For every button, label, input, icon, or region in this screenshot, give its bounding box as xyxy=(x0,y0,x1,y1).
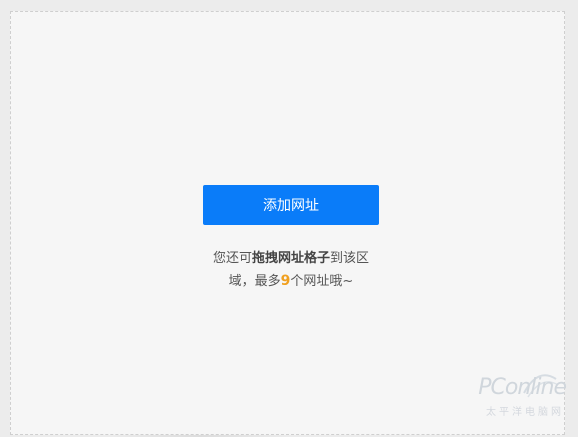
add-url-button[interactable]: 添加网址 xyxy=(203,185,379,225)
hint-line-1: 您还可拖拽网址格子到该区 xyxy=(181,248,401,270)
hint-drag-target: 拖拽网址格子 xyxy=(251,251,330,266)
max-url-count: 9 xyxy=(280,273,291,289)
watermark-logo: PConline xyxy=(478,375,567,400)
watermark-subtitle: 太平洋电脑网 xyxy=(486,407,564,418)
hint-max-prefix: 域，最多 xyxy=(228,274,281,289)
hint-prefix: 您还可 xyxy=(212,251,252,266)
drag-hint-text: 您还可拖拽网址格子到该区 域，最多9个网址哦~ xyxy=(181,248,401,293)
pconline-watermark: PConline 太平洋电脑网 xyxy=(450,365,570,425)
hint-line-2: 域，最多9个网址哦~ xyxy=(181,270,401,293)
hint-max-suffix: 个网址哦~ xyxy=(290,274,354,289)
hint-suffix: 到该区 xyxy=(330,251,370,266)
